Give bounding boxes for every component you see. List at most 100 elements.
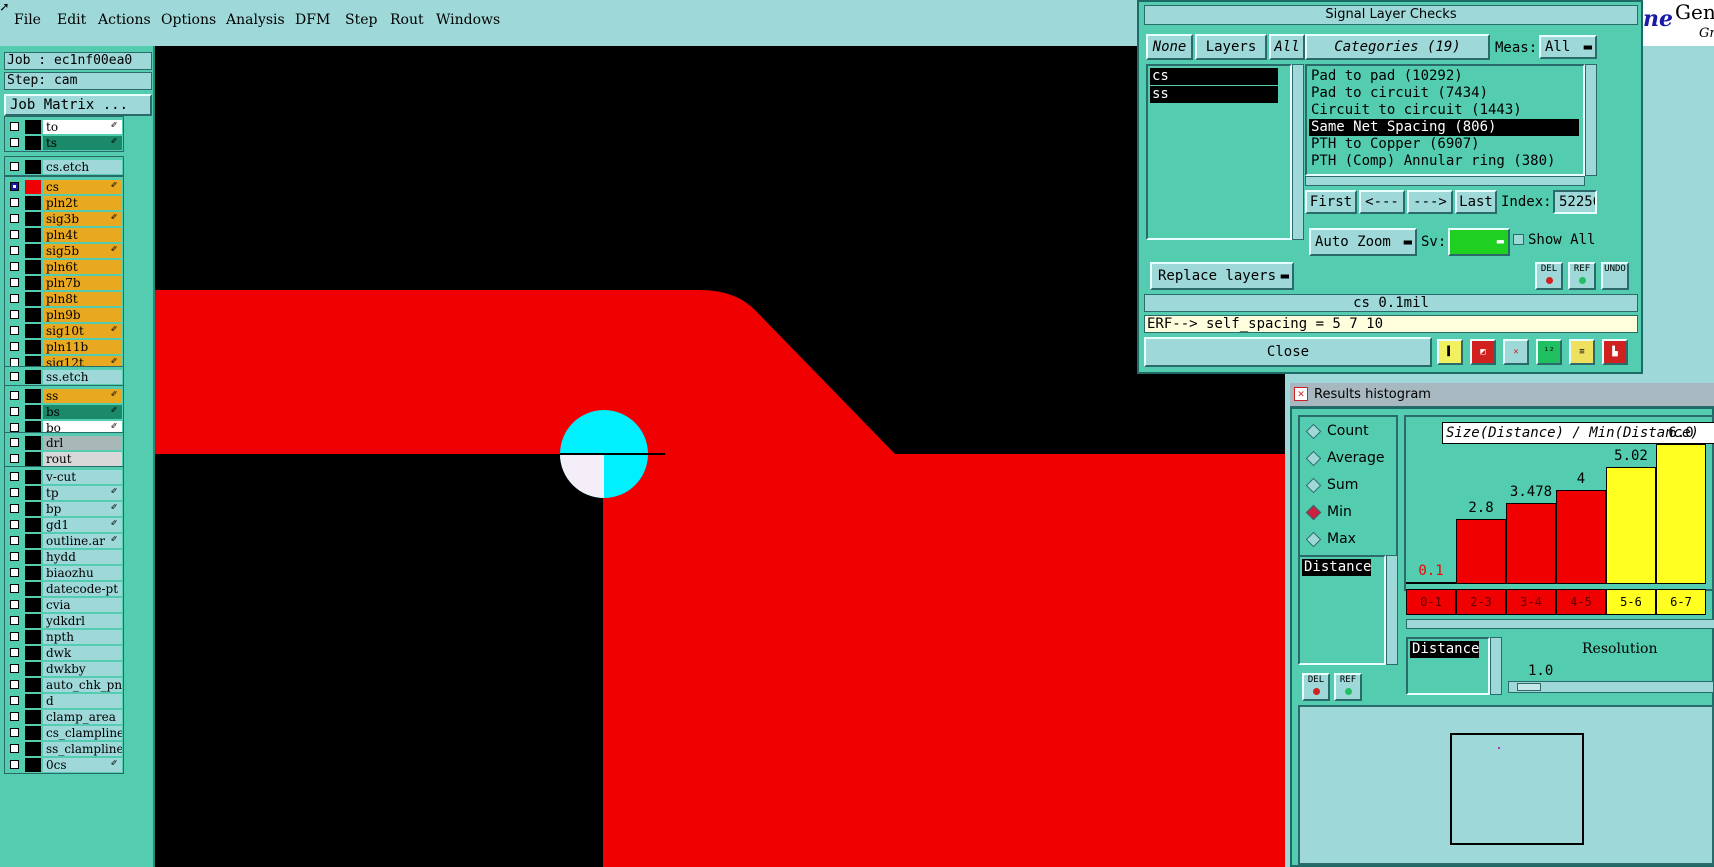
chart-hscroll[interactable] [1406,619,1714,629]
layer-color-swatch[interactable] [25,136,41,150]
layer-row-hydd[interactable]: hydd [5,549,123,565]
layer-checkbox[interactable] [10,600,19,609]
layer-name[interactable]: pln11b [43,340,122,354]
layer-row-d[interactable]: d [5,693,123,709]
category-item[interactable]: Pad to circuit (7434) [1309,85,1579,102]
layer-color-swatch[interactable] [25,598,41,612]
layer-color-swatch[interactable] [25,324,41,338]
layer-color-swatch[interactable] [25,308,41,322]
menu-rout[interactable]: Rout [390,12,424,28]
layer-color-swatch[interactable] [25,370,41,384]
undo-button[interactable]: UNDO [1601,262,1629,290]
severity-color-dropdown[interactable]: ▬ [1448,228,1510,256]
del-button[interactable]: DEL [1535,262,1563,290]
graphics-canvas[interactable] [155,46,1285,867]
layer-name[interactable]: ss_clampline [43,742,122,756]
layer-row-cs.etch[interactable]: cs.etch [5,159,123,175]
layer-row-sig5b[interactable]: sig5b ✐ [5,243,123,259]
layer-name[interactable]: drl [43,436,122,450]
layer-color-swatch[interactable] [25,710,41,724]
layer-color-swatch[interactable] [25,228,41,242]
layer-checkbox[interactable] [10,472,19,481]
layer-checkbox[interactable] [10,372,19,381]
layer-row-auto_chk_pn[interactable]: auto_chk_pn [5,677,123,693]
layer-row-pln7b[interactable]: pln7b [5,275,123,291]
layer-color-swatch[interactable] [25,120,41,134]
tool-numbers-icon[interactable]: ¹² [1536,339,1562,365]
layer-color-swatch[interactable] [25,614,41,628]
layer-color-swatch[interactable] [25,486,41,500]
layer-row-to[interactable]: to ✐ [5,119,123,135]
layer-checkbox[interactable] [10,584,19,593]
radio-average[interactable]: Average [1305,450,1385,466]
categories-list[interactable]: Pad to pad (10292) Pad to circuit (7434) C… [1305,64,1585,176]
histogram-bar[interactable] [1656,444,1706,584]
layer-name[interactable]: pln7b [43,276,122,290]
layer-color-swatch[interactable] [25,260,41,274]
tool-report-icon[interactable]: ≡ [1569,339,1595,365]
layer-checkbox[interactable] [10,728,19,737]
layer-row-ss_clampline[interactable]: ss_clampline [5,741,123,757]
layer-checkbox[interactable] [10,568,19,577]
layer-name[interactable]: pln6t [43,260,122,274]
layer-row-sig3b[interactable]: sig3b ✐ [5,211,123,227]
radio-count[interactable]: Count [1305,423,1369,439]
layer-row-pln2t[interactable]: pln2t [5,195,123,211]
layer-list-item-ss[interactable]: ss [1150,86,1278,103]
layer-row-drl[interactable]: drl [5,435,123,451]
layer-row-bp[interactable]: bp ✐ [5,501,123,517]
layers-button[interactable]: Layers [1195,34,1267,60]
histogram-bar[interactable] [1456,519,1506,584]
layer-row-ts[interactable]: ts ✐ [5,135,123,151]
layer-color-swatch[interactable] [25,470,41,484]
menu-options[interactable]: Options [161,12,216,28]
layer-checkbox[interactable] [10,407,19,416]
layer-row-pln9b[interactable]: pln9b [5,307,123,323]
attr-list-item-distance[interactable]: Distance [1302,559,1372,576]
histogram-bar[interactable] [1556,490,1606,584]
layer-color-swatch[interactable] [25,160,41,174]
layer-name[interactable]: pln8t [43,292,122,306]
layer-name[interactable]: pln4t [43,228,122,242]
categories-vscroll[interactable] [1585,64,1597,176]
layer-row-rout[interactable]: rout [5,451,123,467]
layer-name[interactable]: npth [43,630,122,644]
layer-checkbox[interactable] [10,680,19,689]
layer-checkbox[interactable] [10,262,19,271]
layer-checkbox[interactable] [10,664,19,673]
layer-color-swatch[interactable] [25,646,41,660]
layer-name[interactable]: dwk [43,646,122,660]
layer-color-swatch[interactable] [25,518,41,532]
layer-checkbox[interactable] [10,326,19,335]
show-all-checkbox[interactable] [1513,234,1524,245]
layer-name[interactable]: pln2t [43,196,122,210]
layer-checkbox[interactable] [10,504,19,513]
layer-row-pln11b[interactable]: pln11b [5,339,123,355]
close-icon[interactable]: ✕ [1294,387,1308,401]
layer-row-pln4t[interactable]: pln4t [5,227,123,243]
layer-checkbox[interactable] [10,182,19,191]
layer-color-swatch[interactable] [25,534,41,548]
layer-row-cs_clampline[interactable]: cs_clampline [5,725,123,741]
layer-name[interactable]: rout [43,452,122,466]
category-item[interactable]: PTH (Comp) Annular ring (380) [1309,153,1579,170]
auto-zoom-dropdown[interactable]: Auto Zoom ▬ [1309,228,1417,256]
layer-color-swatch[interactable] [25,694,41,708]
histogram-bar[interactable] [1406,582,1456,584]
layer-row-outline.ar[interactable]: outline.ar ✐ [5,533,123,549]
layer-color-swatch[interactable] [25,502,41,516]
layer-checkbox[interactable] [10,712,19,721]
layer-name[interactable]: datecode-pt [43,582,122,596]
all-button[interactable]: All [1269,34,1305,60]
layer-color-swatch[interactable] [25,340,41,354]
layer-row-pln8t[interactable]: pln8t [5,291,123,307]
layer-row-cs[interactable]: cs ✐ [5,179,123,195]
layer-checkbox[interactable] [10,198,19,207]
tool-histogram-icon[interactable]: ▙ [1602,339,1628,365]
layer-color-swatch[interactable] [25,180,41,194]
layer-color-swatch[interactable] [25,405,41,419]
layer-checkbox[interactable] [10,342,19,351]
layer-name[interactable]: hydd [43,550,122,564]
layer-checkbox[interactable] [10,214,19,223]
radio-max[interactable]: Max [1305,531,1356,547]
